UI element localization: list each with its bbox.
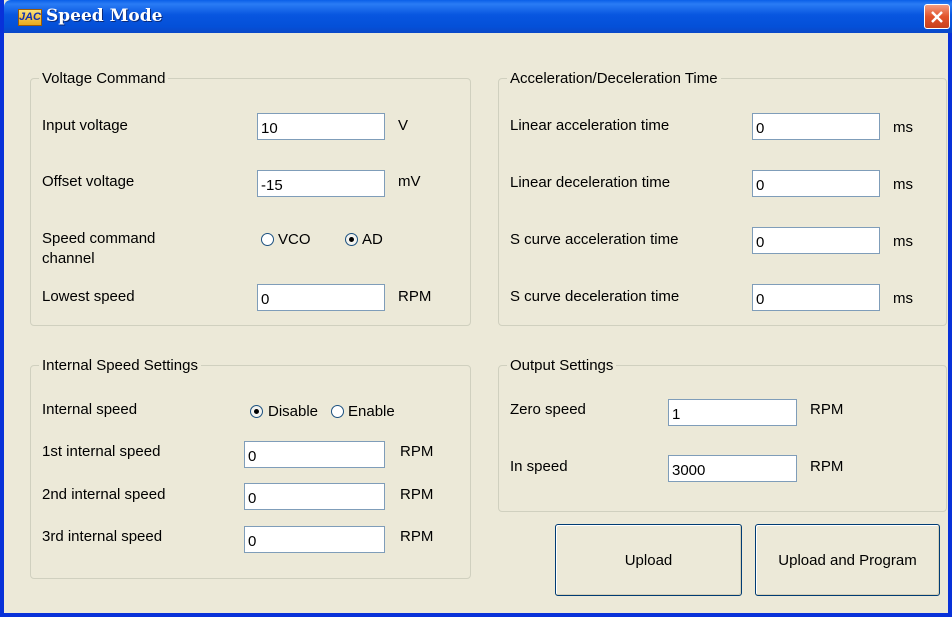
offset-voltage-label: Offset voltage xyxy=(42,173,135,190)
voltage-command-legend: Voltage Command xyxy=(42,70,166,87)
speed-command-channel-label-2: channel xyxy=(42,250,95,267)
title-bar[interactable]: JAC Speed Mode xyxy=(4,0,952,33)
offset-voltage-field[interactable] xyxy=(257,170,385,197)
linear-deceleration-field[interactable] xyxy=(752,170,880,197)
upload-and-program-button[interactable]: Upload and Program xyxy=(755,524,940,596)
lowest-speed-field[interactable] xyxy=(257,284,385,311)
s-curve-acceleration-unit: ms xyxy=(893,233,913,250)
window-title: Speed Mode xyxy=(46,6,163,26)
internal-speed-3-field[interactable] xyxy=(244,526,385,553)
linear-acceleration-label: Linear acceleration time xyxy=(510,117,670,134)
ad-label[interactable]: AD xyxy=(362,231,383,249)
lowest-speed-label: Lowest speed xyxy=(42,288,135,305)
vco-label[interactable]: VCO xyxy=(278,231,311,249)
s-curve-acceleration-field[interactable] xyxy=(752,227,880,254)
accel-decel-legend: Acceleration/Deceleration Time xyxy=(510,70,718,87)
internal-speed-3-unit: RPM xyxy=(400,528,434,545)
s-curve-deceleration-label: S curve deceleration time xyxy=(510,288,680,305)
ad-radio[interactable] xyxy=(345,233,358,246)
internal-speed-1-label: 1st internal speed xyxy=(42,443,161,460)
in-speed-unit: RPM xyxy=(810,458,844,475)
linear-acceleration-unit: ms xyxy=(893,119,913,136)
speed-command-channel-label: Speed command xyxy=(42,230,156,247)
input-voltage-unit: V xyxy=(398,117,409,134)
s-curve-deceleration-field[interactable] xyxy=(752,284,880,311)
vco-radio[interactable] xyxy=(261,233,274,246)
close-icon xyxy=(931,11,943,23)
internal-speed-3-label: 3rd internal speed xyxy=(42,528,163,545)
linear-deceleration-label: Linear deceleration time xyxy=(510,174,671,191)
enable-radio[interactable] xyxy=(331,405,344,418)
in-speed-label: In speed xyxy=(510,458,568,475)
input-voltage-label: Input voltage xyxy=(42,117,128,134)
s-curve-deceleration-unit: ms xyxy=(893,290,913,307)
lowest-speed-unit: RPM xyxy=(398,288,432,305)
disable-label[interactable]: Disable xyxy=(268,403,318,421)
zero-speed-field[interactable] xyxy=(668,399,797,426)
app-icon: JAC xyxy=(18,9,42,26)
linear-acceleration-field[interactable] xyxy=(752,113,880,140)
output-settings-legend: Output Settings xyxy=(510,357,614,374)
enable-label[interactable]: Enable xyxy=(348,403,395,421)
internal-speed-2-field[interactable] xyxy=(244,483,385,510)
disable-radio[interactable] xyxy=(250,405,263,418)
zero-speed-label: Zero speed xyxy=(510,401,586,418)
internal-speed-1-field[interactable] xyxy=(244,441,385,468)
offset-voltage-unit: mV xyxy=(398,173,421,190)
internal-speed-1-unit: RPM xyxy=(400,443,434,460)
internal-speed-2-unit: RPM xyxy=(400,486,434,503)
upload-button[interactable]: Upload xyxy=(555,524,742,596)
output-settings-group: Output Settings xyxy=(498,357,947,512)
input-voltage-field[interactable] xyxy=(257,113,385,140)
in-speed-field[interactable] xyxy=(668,455,797,482)
linear-deceleration-unit: ms xyxy=(893,176,913,193)
zero-speed-unit: RPM xyxy=(810,401,844,418)
internal-speed-legend: Internal Speed Settings xyxy=(42,357,198,374)
internal-speed-label: Internal speed xyxy=(42,401,138,418)
s-curve-acceleration-label: S curve acceleration time xyxy=(510,231,679,248)
speed-mode-window: JAC Speed Mode Voltage Command Input vol… xyxy=(0,0,952,617)
close-button[interactable] xyxy=(924,4,950,29)
internal-speed-2-label: 2nd internal speed xyxy=(42,486,166,503)
